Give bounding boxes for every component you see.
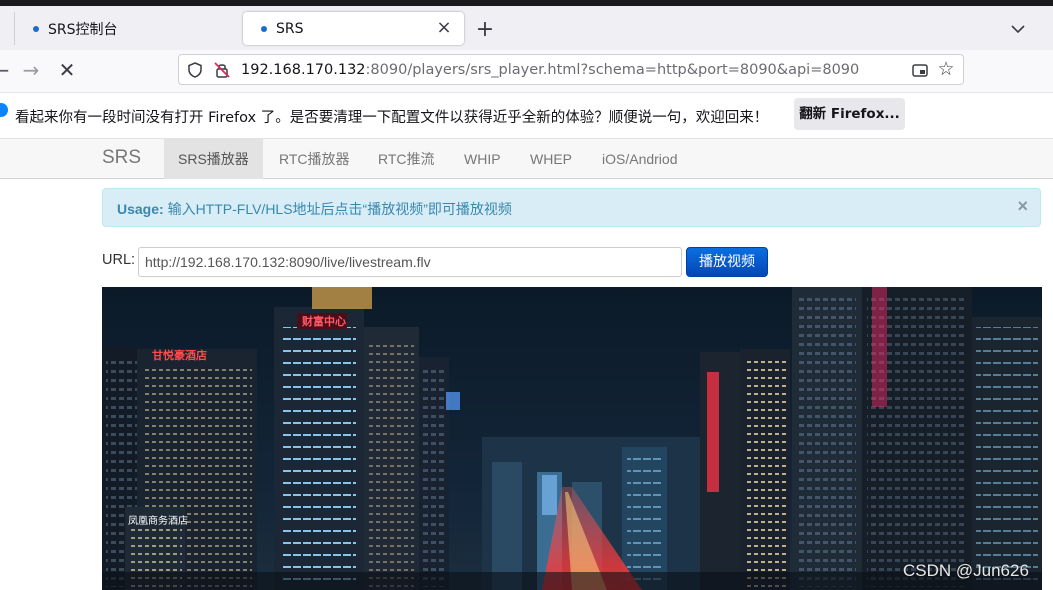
- nav-item-ios-android[interactable]: iOS/Andriod: [602, 139, 677, 179]
- info-dot-icon: [0, 103, 8, 117]
- stop-loading-icon[interactable]: ✕: [56, 59, 78, 81]
- shield-icon[interactable]: [186, 61, 204, 79]
- tab-title: SRS控制台: [48, 21, 118, 38]
- video-frame-city-night: 甘悦豪酒店 凤凰商务酒店 财富中心: [102, 287, 1042, 590]
- nav-item-rtc-player[interactable]: RTC播放器: [279, 139, 350, 179]
- sign-left-building: 甘悦豪酒店: [152, 348, 207, 362]
- site-navbar: SRS SRS播放器 RTC播放器 RTC推流 WHIP WHEP iOS/An…: [0, 138, 1053, 179]
- tab-srs[interactable]: SRS ×: [243, 12, 464, 45]
- sign-center-tower: 财富中心: [301, 314, 346, 328]
- brand-logo[interactable]: SRS: [102, 147, 141, 169]
- url-label: URL:: [102, 252, 136, 268]
- notification-message: 看起来你有一段时间没有打开 Firefox 了。是否要清理一下配置文件以获得近乎…: [15, 110, 769, 126]
- address-host: 192.168.170.132: [241, 62, 366, 78]
- address-bar[interactable]: 192.168.170.132:8090/players/srs_player.…: [178, 54, 964, 85]
- alert-close-icon[interactable]: ×: [1017, 196, 1028, 216]
- watermark-text: CSDN @Jun626: [903, 561, 1029, 580]
- video-player[interactable]: 甘悦豪酒店 凤凰商务酒店 财富中心: [102, 287, 1042, 590]
- notification-bar: 看起来你有一段时间没有打开 Firefox 了。是否要清理一下配置文件以获得近乎…: [0, 93, 1053, 136]
- nav-item-rtc-publish[interactable]: RTC推流: [378, 139, 435, 179]
- usage-alert: Usage: 输入HTTP-FLV/HLS地址后点击“播放视频”即可播放视频 ×: [102, 188, 1041, 227]
- tab-close-icon[interactable]: ×: [434, 17, 454, 39]
- alert-text: Usage: 输入HTTP-FLV/HLS地址后点击“播放视频”即可播放视频: [117, 199, 512, 219]
- tab-favicon-icon: [33, 25, 39, 32]
- insecure-lock-icon[interactable]: [213, 61, 231, 79]
- address-path: :8090/players/srs_player.html?schema=htt…: [365, 62, 860, 78]
- tab-title: SRS: [276, 20, 304, 37]
- tab-srs-console[interactable]: SRS控制台: [14, 12, 239, 45]
- nav-item-whip[interactable]: WHIP: [464, 139, 501, 179]
- address-text: 192.168.170.132:8090/players/srs_player.…: [241, 61, 859, 79]
- navigation-toolbar: ← → ✕ 192.168.170.132:8090/players/srs_p…: [0, 50, 1053, 93]
- forward-icon[interactable]: →: [20, 59, 42, 81]
- stream-url-input[interactable]: http://192.168.170.132:8090/live/livestr…: [138, 247, 682, 277]
- nav-item-srs-player[interactable]: SRS播放器: [164, 139, 263, 179]
- tab-favicon-icon: [261, 25, 267, 32]
- sign-lower-left: 凤凰商务酒店: [128, 514, 188, 527]
- back-icon[interactable]: ←: [0, 59, 12, 81]
- picture-in-picture-icon[interactable]: [911, 61, 929, 79]
- bookmark-star-icon[interactable]: ☆: [935, 58, 957, 80]
- tab-bar: SRS控制台 SRS × +: [0, 6, 1053, 50]
- nav-item-whep[interactable]: WHEP: [530, 139, 572, 179]
- refresh-firefox-button[interactable]: 翻新 Firefox...: [794, 98, 905, 130]
- alert-body: 输入HTTP-FLV/HLS地址后点击“播放视频”即可播放视频: [163, 201, 512, 217]
- alert-strong: Usage:: [117, 201, 164, 217]
- new-tab-icon[interactable]: +: [472, 18, 498, 44]
- play-video-button[interactable]: 播放视频: [686, 247, 768, 277]
- chevron-down-icon[interactable]: [1009, 20, 1027, 38]
